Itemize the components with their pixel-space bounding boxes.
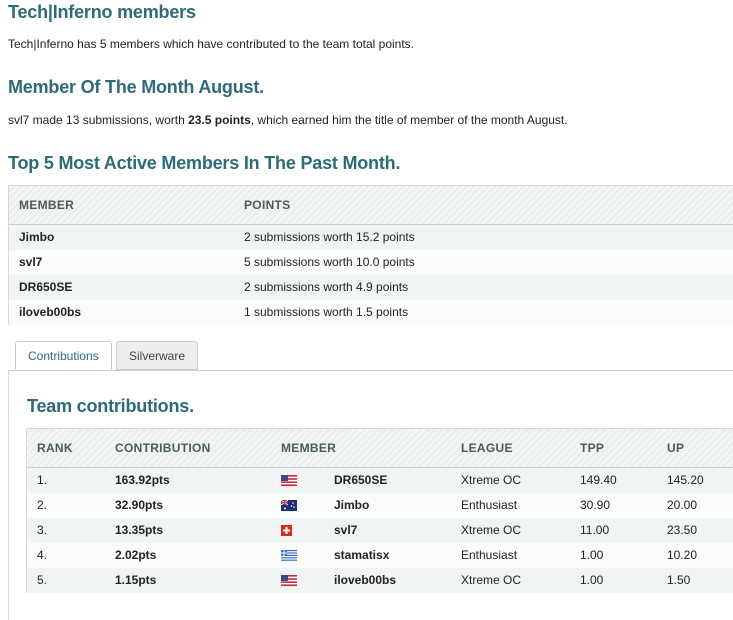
team-members-title: Tech|Inferno members bbox=[8, 2, 196, 22]
points-text: 5 submissions worth 10.0 points bbox=[244, 255, 415, 269]
member-link[interactable]: DR650SE bbox=[19, 275, 72, 300]
contribution-cell: 32.90pts bbox=[115, 498, 164, 512]
member-link[interactable]: stamatisx bbox=[334, 543, 389, 568]
table-row: 1. 163.92pts DR650SE Xtreme OC 149.40 14… bbox=[27, 468, 733, 493]
col-contribution: CONTRIBUTION bbox=[115, 441, 211, 455]
member-link[interactable]: svl7 bbox=[19, 250, 42, 275]
member-link[interactable]: svl7 bbox=[334, 518, 357, 543]
up-cell: 145.20 bbox=[667, 473, 704, 487]
col-up: UP bbox=[667, 441, 685, 455]
table-row: 2. 32.90pts Jimbo Enthusiast 30.90 20.00 bbox=[27, 493, 733, 518]
tpp-cell: 1.00 bbox=[580, 573, 604, 587]
col-tpp: TPP bbox=[580, 441, 605, 455]
rank-cell: 5. bbox=[37, 573, 48, 587]
contributions-table: RANK CONTRIBUTION MEMBER LEAGUE TPP UP 1… bbox=[26, 428, 733, 593]
gr-flag-icon bbox=[281, 550, 297, 561]
member-of-month-title: Member Of The Month August. bbox=[8, 77, 264, 97]
league-cell: Enthusiast bbox=[461, 498, 518, 512]
up-cell: 10.20 bbox=[667, 548, 698, 562]
table-row: 5. 1.15pts iloveb00bs Xtreme OC 1.00 1.5… bbox=[27, 568, 733, 593]
tpp-cell: 149.40 bbox=[580, 473, 617, 487]
rank-cell: 4. bbox=[37, 548, 48, 562]
contribution-cell: 13.35pts bbox=[115, 523, 164, 537]
league-cell: Xtreme OC bbox=[461, 523, 522, 537]
top5-table-header: MEMBER POINTS bbox=[9, 186, 733, 225]
rank-cell: 3. bbox=[37, 523, 48, 537]
col-member: MEMBER bbox=[19, 198, 75, 212]
rank-cell: 1. bbox=[37, 473, 48, 487]
contribution-cell: 1.15pts bbox=[115, 573, 157, 587]
us-flag-icon bbox=[281, 475, 297, 486]
member-link[interactable]: iloveb00bs bbox=[19, 300, 81, 325]
team-contributions-title: Team contributions. bbox=[27, 396, 194, 416]
member-of-month-text: svl7 made 13 submissions, worth 23.5 poi… bbox=[8, 113, 568, 127]
col-member: MEMBER bbox=[281, 441, 337, 455]
table-row: svl7 5 submissions worth 10.0 points bbox=[9, 250, 733, 275]
up-cell: 1.50 bbox=[667, 573, 691, 587]
up-cell: 20.00 bbox=[667, 498, 698, 512]
top5-title: Top 5 Most Active Members In The Past Mo… bbox=[8, 153, 401, 173]
au-flag-icon bbox=[281, 500, 297, 511]
member-link[interactable]: Jimbo bbox=[334, 493, 369, 518]
col-rank: RANK bbox=[37, 441, 73, 455]
table-row: DR650SE 2 submissions worth 4.9 points bbox=[9, 275, 733, 300]
league-cell: Enthusiast bbox=[461, 548, 518, 562]
league-cell: Xtreme OC bbox=[461, 473, 522, 487]
tpp-cell: 1.00 bbox=[580, 548, 604, 562]
ch-flag-icon bbox=[281, 525, 292, 536]
tpp-cell: 30.90 bbox=[580, 498, 611, 512]
col-league: LEAGUE bbox=[461, 441, 513, 455]
member-link[interactable]: iloveb00bs bbox=[334, 568, 396, 593]
table-row: Jimbo 2 submissions worth 15.2 points bbox=[9, 225, 733, 250]
member-link[interactable]: DR650SE bbox=[334, 468, 387, 493]
points-text: 2 submissions worth 15.2 points bbox=[244, 230, 415, 244]
member-of-month-points: 23.5 points bbox=[188, 113, 251, 127]
contributions-table-header: RANK CONTRIBUTION MEMBER LEAGUE TPP UP bbox=[27, 429, 733, 468]
top5-table: MEMBER POINTS Jimbo 2 submissions worth … bbox=[8, 185, 733, 325]
points-text: 2 submissions worth 4.9 points bbox=[244, 280, 409, 294]
us-flag-icon bbox=[281, 575, 297, 586]
table-row: 4. 2.02pts stamatisx Enthusiast 1.00 10.… bbox=[27, 543, 733, 568]
table-row: iloveb00bs 1 submissions worth 1.5 point… bbox=[9, 300, 733, 325]
rank-cell: 2. bbox=[37, 498, 48, 512]
points-text: 1 submissions worth 1.5 points bbox=[244, 305, 409, 319]
contribution-cell: 163.92pts bbox=[115, 473, 170, 487]
up-cell: 23.50 bbox=[667, 523, 698, 537]
table-row: 3. 13.35pts svl7 Xtreme OC 11.00 23.50 bbox=[27, 518, 733, 543]
tab-contributions[interactable]: Contributions bbox=[15, 341, 112, 370]
member-link[interactable]: Jimbo bbox=[19, 225, 54, 250]
league-cell: Xtreme OC bbox=[461, 573, 522, 587]
tpp-cell: 11.00 bbox=[580, 523, 610, 537]
team-description: Tech|Inferno has 5 members which have co… bbox=[8, 37, 415, 51]
contribution-cell: 2.02pts bbox=[115, 548, 157, 562]
col-points: POINTS bbox=[244, 198, 291, 212]
tab-silverware[interactable]: Silverware bbox=[116, 341, 199, 370]
